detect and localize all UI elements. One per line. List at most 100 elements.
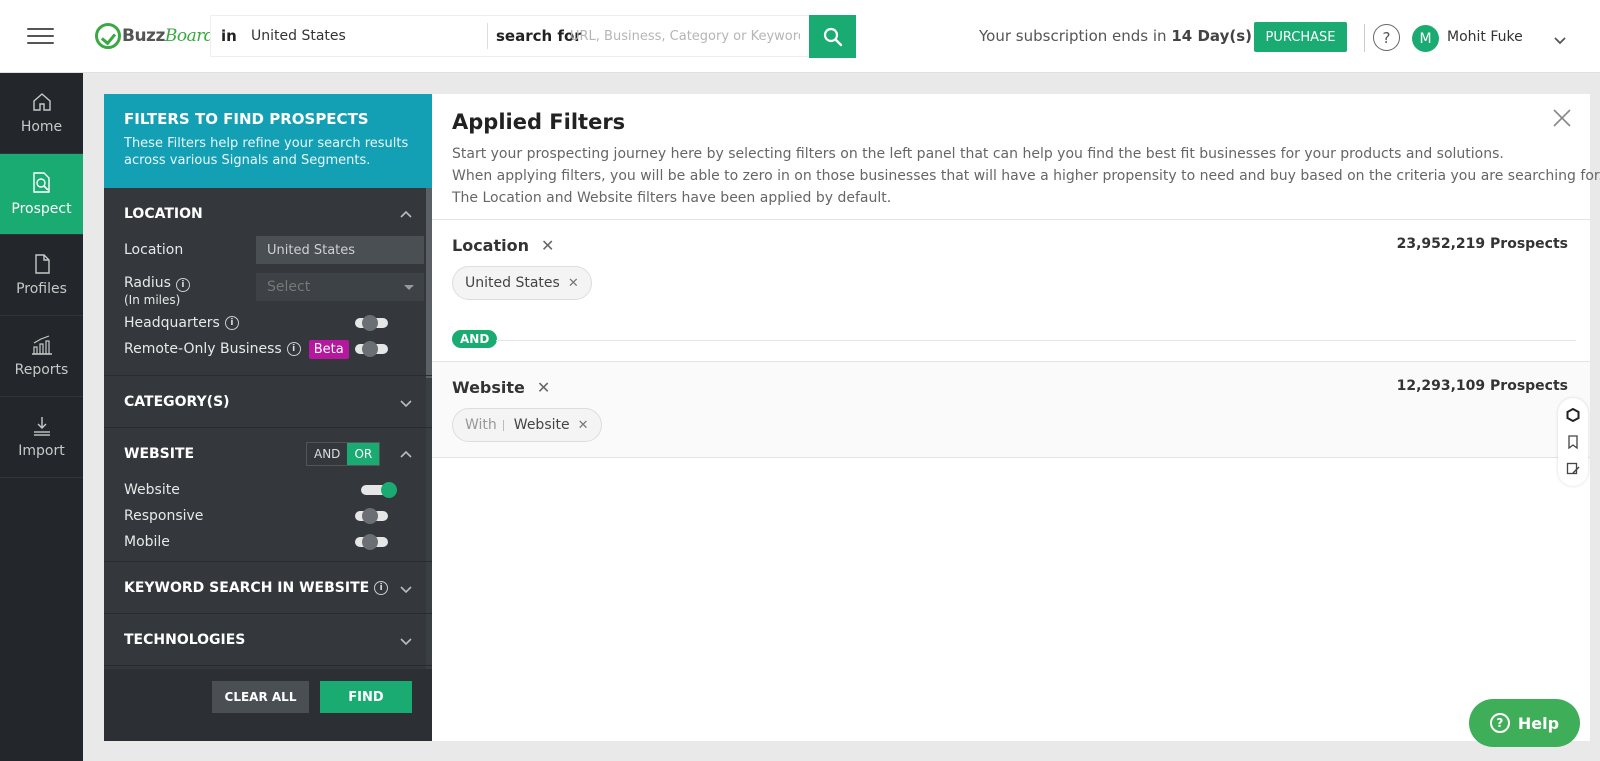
website-section: WEBSITE AND OR Website Responsive Mobile (104, 428, 432, 562)
chevron-down-icon[interactable] (1554, 30, 1566, 49)
remote-label: Remote-Only Business (124, 341, 282, 357)
chevron-down-icon[interactable] (400, 400, 412, 408)
clear-all-button[interactable]: CLEAR ALL (212, 681, 309, 713)
and-option[interactable]: AND (307, 443, 347, 465)
import-icon (33, 417, 50, 436)
prospect-icon (32, 172, 50, 193)
website-chip: With Website ✕ (452, 408, 602, 442)
responsive-toggle[interactable] (355, 508, 388, 524)
header-divider (1364, 24, 1365, 52)
applied-filters-header: Applied Filters Start your prospecting j… (432, 94, 1600, 220)
hamburger-menu-icon[interactable] (27, 28, 54, 46)
technologies-section[interactable]: TECHNOLOGIES (104, 614, 432, 666)
chevron-up-icon[interactable] (400, 450, 412, 458)
website-row: Website (124, 480, 412, 500)
help-question-icon: ? (1489, 713, 1510, 733)
nav-item-prospect[interactable]: Prospect (0, 154, 83, 235)
left-nav: Home Prospect Profiles Reports Import (0, 73, 83, 761)
radius-label: Radius (124, 275, 171, 291)
website-filter-title-text: Website (452, 378, 525, 397)
chip-separator (502, 419, 504, 431)
mobile-toggle[interactable] (355, 534, 388, 550)
find-button[interactable]: FIND (320, 681, 412, 713)
info-icon[interactable]: i (286, 342, 301, 356)
chevron-down-icon[interactable] (400, 586, 412, 594)
website-toggle[interactable] (361, 482, 397, 498)
filters-subtitle: These Filters help refine your search re… (124, 136, 409, 168)
headquarters-toggle[interactable] (355, 315, 388, 331)
search-location-input[interactable]: United States (251, 28, 487, 44)
chip-close-icon[interactable]: ✕ (568, 276, 579, 291)
radius-unit: (In miles) (124, 293, 181, 307)
keyword-title-text: KEYWORD SEARCH IN WEBSITE (124, 580, 370, 596)
close-icon[interactable] (1552, 108, 1572, 128)
location-field[interactable]: United States (256, 236, 424, 264)
logo-text-buzz: Buzz (122, 26, 165, 46)
remote-row: Remote-Only Business i Beta (124, 339, 412, 359)
filters-panel: FILTERS TO FIND PROSPECTS These Filters … (104, 94, 432, 741)
help-button[interactable]: ? Help (1469, 699, 1580, 747)
chevron-down-icon[interactable] (400, 638, 412, 646)
help-question-icon[interactable]: ? (1373, 24, 1400, 51)
location-prospect-count: 23,952,219 Prospects (1396, 236, 1568, 252)
logo-text-board: Board (164, 26, 215, 46)
website-and-or-toggle[interactable]: AND OR (306, 442, 381, 466)
buzzboard-logo[interactable]: Buzz Board (95, 20, 215, 52)
purchase-button[interactable]: PURCHASE (1254, 22, 1347, 52)
website-prospect-count: 12,293,109 Prospects (1396, 378, 1568, 394)
website-chip-label: Website (513, 417, 570, 433)
keyword-section[interactable]: KEYWORD SEARCH IN WEBSITE i (104, 562, 432, 614)
mobile-label: Mobile (124, 534, 170, 550)
description-line-1: Start your prospecting journey here by s… (452, 146, 1504, 162)
remove-website-filter-icon[interactable]: ✕ (537, 378, 550, 397)
user-avatar[interactable]: M (1412, 25, 1439, 52)
info-icon[interactable]: i (374, 581, 389, 595)
applied-filters-panel: Applied Filters Start your prospecting j… (432, 94, 1600, 741)
home-icon (32, 93, 51, 111)
filters-title: FILTERS TO FIND PROSPECTS (124, 110, 369, 128)
location-section-title[interactable]: LOCATION (124, 188, 412, 240)
or-option[interactable]: OR (347, 443, 380, 465)
location-chip: United States ✕ (452, 266, 592, 300)
website-filter-block: Website ✕ 12,293,109 Prospects With Websi… (432, 362, 1590, 458)
location-section: LOCATION Location United States Radius i … (104, 188, 432, 376)
mobile-row: Mobile (124, 532, 412, 552)
categories-section-title[interactable]: CATEGORY(S) (124, 376, 412, 428)
nav-item-import[interactable]: Import (0, 397, 83, 478)
remove-location-filter-icon[interactable]: ✕ (541, 236, 554, 255)
bookmark-icon[interactable] (1567, 435, 1579, 449)
nav-item-home[interactable]: Home (0, 73, 83, 154)
remote-toggle[interactable] (355, 341, 388, 357)
help-button-label: Help (1517, 713, 1560, 733)
edit-note-icon[interactable] (1566, 462, 1580, 476)
search-for-label: search for (496, 27, 582, 45)
headquarters-row: Headquarters i (124, 313, 412, 333)
location-filter-title-text: Location (452, 236, 529, 255)
beta-badge: Beta (308, 339, 349, 359)
nav-item-profiles[interactable]: Profiles (0, 235, 83, 316)
chevron-up-icon[interactable] (400, 210, 412, 218)
search-keyword-input[interactable] (570, 28, 800, 44)
radius-row: Radius i (In miles) Select (124, 273, 424, 313)
location-chip-label: United States (465, 275, 560, 291)
user-name[interactable]: Mohit Fuke (1447, 29, 1523, 45)
info-icon[interactable]: i (224, 316, 239, 330)
radius-select[interactable]: Select (256, 273, 424, 301)
location-filter-block: Location ✕ 23,952,219 Prospects United St… (432, 220, 1590, 362)
technologies-section-title[interactable]: TECHNOLOGIES (124, 614, 412, 666)
search-button[interactable] (809, 15, 856, 58)
document-icon (34, 254, 50, 274)
website-chip-prefix: With (465, 417, 497, 433)
hexagon-icon[interactable] (1566, 408, 1580, 423)
applied-filters-title: Applied Filters (452, 110, 626, 134)
subscription-notice: Your subscription ends in 14 Day(s) (979, 27, 1252, 45)
responsive-row: Responsive (124, 506, 412, 526)
nav-item-reports[interactable]: Reports (0, 316, 83, 397)
location-label: Location (124, 242, 184, 258)
website-filter-title: Website ✕ (452, 378, 550, 397)
nav-label-prospect: Prospect (11, 201, 72, 217)
info-icon[interactable]: i (175, 278, 190, 292)
categories-section[interactable]: CATEGORY(S) (104, 376, 432, 428)
chip-close-icon[interactable]: ✕ (578, 418, 589, 433)
keyword-section-title[interactable]: KEYWORD SEARCH IN WEBSITE i (124, 562, 412, 614)
